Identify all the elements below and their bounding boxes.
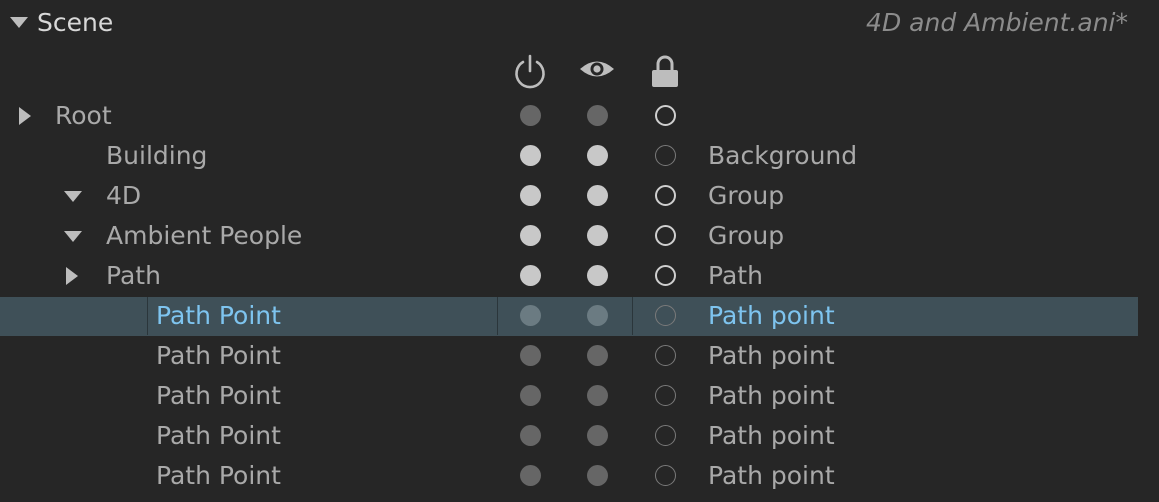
scene-tree: Root Building Background 4D Group Ambient Peo… [0, 96, 1159, 496]
lock-toggle[interactable] [655, 185, 676, 206]
lock-toggle[interactable] [655, 105, 676, 126]
tree-item-label: Path Point [156, 461, 281, 490]
visibility-toggle[interactable] [587, 385, 608, 406]
visibility-toggle[interactable] [587, 145, 608, 166]
collapsed-triangle-icon[interactable] [64, 267, 82, 285]
tree-item-label: Path Point [156, 301, 281, 330]
power-toggle[interactable] [520, 425, 541, 446]
power-toggle[interactable] [520, 225, 541, 246]
power-toggle[interactable] [520, 185, 541, 206]
collapse-triangle-icon[interactable] [10, 17, 28, 28]
visibility-toggle[interactable] [587, 105, 608, 126]
lock-toggle[interactable] [655, 465, 676, 486]
lock-toggle[interactable] [655, 145, 676, 166]
column-separator [497, 297, 498, 335]
tree-item-label: Building [106, 141, 208, 170]
power-icon[interactable] [510, 52, 550, 92]
lock-toggle[interactable] [655, 385, 676, 406]
lock-toggle[interactable] [655, 345, 676, 366]
tree-item-label: Root [55, 101, 112, 130]
power-toggle[interactable] [520, 105, 541, 126]
visibility-toggle[interactable] [587, 225, 608, 246]
power-toggle[interactable] [520, 305, 541, 326]
power-toggle[interactable] [520, 145, 541, 166]
tree-row[interactable]: Path Point Path point [0, 416, 1159, 456]
tree-item-label: Path Point [156, 341, 281, 370]
tree-item-label: Path Point [156, 421, 281, 450]
power-toggle[interactable] [520, 385, 541, 406]
tree-row[interactable]: Path Point Path point [0, 336, 1159, 376]
column-separator [632, 297, 633, 335]
item-type-label: Path point [708, 301, 835, 330]
item-type-label: Path point [708, 381, 835, 410]
tree-row[interactable]: Path Point Path point [0, 376, 1159, 416]
lock-icon[interactable] [645, 52, 685, 92]
lock-toggle[interactable] [655, 305, 676, 326]
tree-item-label: Path Point [156, 381, 281, 410]
lock-toggle[interactable] [655, 425, 676, 446]
visibility-toggle[interactable] [587, 465, 608, 486]
panel-title: Scene [37, 8, 114, 37]
expanded-triangle-icon[interactable] [64, 227, 82, 245]
item-type-label: Path point [708, 461, 835, 490]
item-type-label: Group [708, 221, 785, 250]
visibility-toggle[interactable] [587, 265, 608, 286]
tree-item-label: Path [106, 261, 161, 290]
collapsed-triangle-icon[interactable] [17, 107, 35, 125]
tree-row[interactable]: Path Point Path point [0, 296, 1159, 336]
tree-item-label: 4D [106, 181, 142, 210]
column-separator [147, 297, 148, 335]
visibility-toggle[interactable] [587, 305, 608, 326]
item-type-label: Group [708, 181, 785, 210]
tree-item-label: Ambient People [106, 221, 303, 250]
item-type-label: Path point [708, 421, 835, 450]
power-toggle[interactable] [520, 265, 541, 286]
scene-header[interactable]: Scene 4D and Ambient.ani* [0, 0, 1159, 46]
power-toggle[interactable] [520, 465, 541, 486]
tree-row[interactable]: 4D Group [0, 176, 1159, 216]
power-toggle[interactable] [520, 345, 541, 366]
file-name: 4D and Ambient.ani* [866, 8, 1128, 37]
tree-row[interactable]: Ambient People Group [0, 216, 1159, 256]
item-type-label: Background [708, 141, 858, 170]
visibility-toggle[interactable] [587, 425, 608, 446]
item-type-label: Path point [708, 341, 835, 370]
expanded-triangle-icon[interactable] [64, 187, 82, 205]
scene-panel: Scene 4D and Ambient.ani* Root Building Ba… [0, 0, 1159, 502]
item-type-label: Path [708, 261, 763, 290]
visibility-toggle[interactable] [587, 185, 608, 206]
tree-row[interactable]: Path Point Path point [0, 456, 1159, 496]
tree-row[interactable]: Root [0, 96, 1159, 136]
lock-toggle[interactable] [655, 265, 676, 286]
eye-icon[interactable] [577, 52, 617, 92]
tree-row[interactable]: Building Background [0, 136, 1159, 176]
lock-toggle[interactable] [655, 225, 676, 246]
tree-row[interactable]: Path Path [0, 256, 1159, 296]
visibility-toggle[interactable] [587, 345, 608, 366]
